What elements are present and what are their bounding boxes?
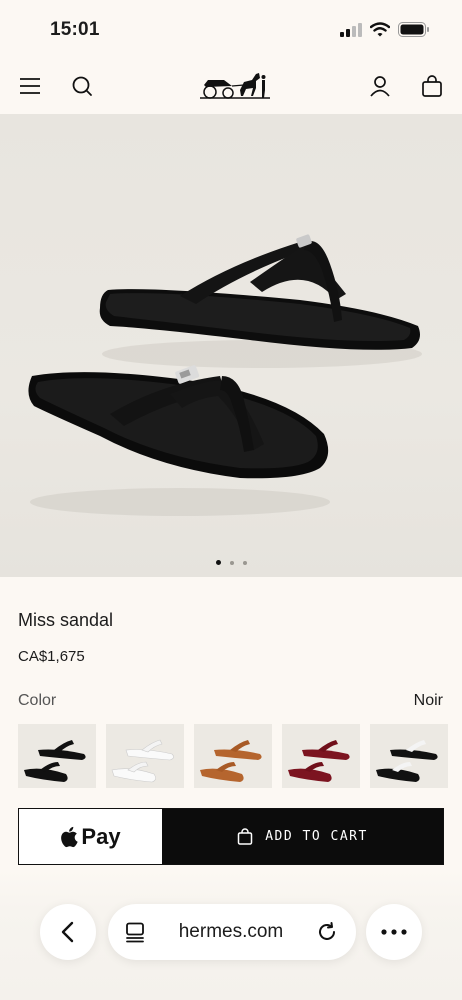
product-name: Miss sandal	[18, 610, 114, 630]
top-nav	[0, 58, 462, 114]
apple-pay-button[interactable]: Pay	[19, 809, 162, 864]
page-icon[interactable]	[124, 921, 146, 943]
browser-toolbar: hermes.com	[0, 870, 462, 1000]
back-button[interactable]	[40, 904, 96, 960]
shopping-bag-icon[interactable]	[418, 72, 446, 100]
shopping-bag-icon	[237, 828, 253, 845]
purchase-actions: Pay ADD TO CART	[18, 808, 444, 865]
color-label: Color	[18, 692, 57, 709]
hermes-carriage-logo[interactable]	[198, 68, 272, 102]
gallery-dot[interactable]	[215, 560, 221, 565]
cellular-signal-icon	[340, 22, 362, 37]
chevron-left-icon	[61, 921, 74, 943]
address-bar[interactable]: hermes.com	[108, 904, 356, 960]
hamburger-menu-icon[interactable]	[16, 72, 44, 100]
reload-icon[interactable]	[316, 921, 338, 943]
battery-icon	[398, 22, 429, 37]
gallery-dot[interactable]	[229, 560, 234, 565]
black-sandals-photo	[28, 234, 422, 516]
color-swatches	[18, 724, 448, 788]
more-button[interactable]	[366, 904, 422, 960]
selected-color: Noir	[413, 692, 443, 709]
add-to-cart-button[interactable]: ADD TO CART	[162, 809, 443, 864]
url-text[interactable]: hermes.com	[179, 921, 284, 943]
color-swatch-black[interactable]	[18, 724, 96, 788]
color-swatch-white[interactable]	[106, 724, 184, 788]
gallery-pagination	[0, 560, 462, 565]
add-to-cart-label: ADD TO CART	[265, 829, 368, 844]
status-icons	[340, 22, 430, 37]
gallery-dot[interactable]	[242, 560, 247, 565]
status-bar: 15:01	[0, 0, 462, 58]
apple-pay-label: Pay	[81, 823, 121, 849]
wifi-icon	[370, 22, 390, 37]
apple-logo-icon	[61, 826, 79, 847]
color-swatch-burgundy[interactable]	[282, 724, 360, 788]
search-icon[interactable]	[68, 72, 96, 100]
color-swatch-black-white[interactable]	[370, 724, 448, 788]
status-time: 15:01	[50, 19, 100, 40]
account-icon[interactable]	[366, 72, 394, 100]
product-price: CA$1,675	[18, 648, 85, 665]
product-image-gallery[interactable]	[0, 114, 462, 577]
more-icon	[381, 929, 407, 935]
color-swatch-tan[interactable]	[194, 724, 272, 788]
